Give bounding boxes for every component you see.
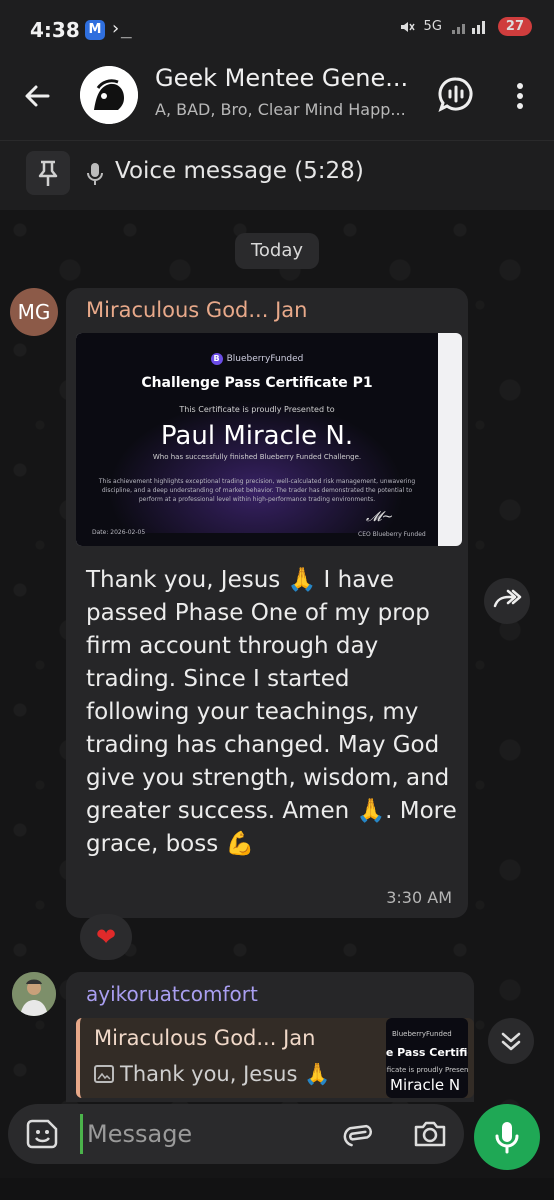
- reply-sender: Miraculous God... Jan: [94, 1026, 316, 1050]
- record-voice-button[interactable]: [474, 1104, 540, 1170]
- forward-icon: [493, 589, 522, 608]
- network-type: 5G: [423, 19, 442, 34]
- certificate-card: B BlueberryFunded Challenge Pass Certific…: [76, 333, 438, 546]
- certificate-image[interactable]: B BlueberryFunded Challenge Pass Certific…: [76, 333, 462, 546]
- certificate-brand: B BlueberryFunded: [76, 353, 438, 365]
- camera-icon[interactable]: [412, 1117, 448, 1151]
- messenger-notification-icon: M: [85, 20, 105, 40]
- status-time: 4:38: [30, 18, 80, 42]
- pinned-message-bar[interactable]: Voice message (5:28): [0, 140, 554, 210]
- message-input[interactable]: [80, 1114, 330, 1154]
- certificate-body: This achievement highlights exceptional …: [98, 478, 416, 503]
- brand-logo-icon: B: [210, 353, 223, 365]
- chat-members-subtitle[interactable]: A, BAD, Bro, Clear Mind Happ...: [155, 100, 423, 119]
- signature-image: 𝓜~: [366, 509, 394, 525]
- reply-text: Thank you, Jesus 🙏: [94, 1062, 330, 1087]
- reply-text-content: Thank you, Jesus 🙏: [120, 1062, 331, 1086]
- pinned-message-text: Voice message (5:28): [115, 158, 364, 184]
- reply-preview[interactable]: Miraculous God... Jan Thank you, Jesus 🙏…: [76, 1018, 474, 1098]
- certificate-presented: This Certificate is proudly Presented to: [179, 405, 335, 414]
- message-time: 3:30 AM: [386, 888, 452, 907]
- certificate-ceo: CEO Blueberry Funded: [358, 531, 426, 538]
- thumb-brand: BlueberryFunded: [392, 1030, 452, 1038]
- chat-header: Geek Mentee Gene... A, BAD, Bro, Clear M…: [0, 58, 554, 140]
- chat-title[interactable]: Geek Mentee Gene...: [155, 64, 423, 92]
- battery-indicator: 27: [497, 17, 532, 36]
- sender-avatar[interactable]: [12, 972, 56, 1016]
- certificate-name: Paul Miracle N.: [160, 421, 354, 451]
- signal-icon: [451, 20, 485, 34]
- certificate-brand-text: BlueberryFunded: [226, 354, 304, 364]
- forward-button[interactable]: [484, 578, 530, 624]
- heart-reaction[interactable]: ❤: [80, 914, 132, 960]
- chevrons-down-icon: [501, 1032, 521, 1051]
- scroll-down-button[interactable]: [488, 1018, 534, 1064]
- system-navigation-bar: [0, 1178, 554, 1200]
- certificate-description: Who has successfully finished Blueberry …: [152, 453, 362, 461]
- thumb-name: Miracle N: [390, 1076, 461, 1094]
- sender-name[interactable]: ayikoruatcomfort: [86, 982, 258, 1006]
- sender-name[interactable]: Miraculous God... Jan: [86, 298, 307, 322]
- pin-icon[interactable]: [26, 151, 70, 195]
- mute-icon: [400, 21, 415, 32]
- thumb-title: ge Pass Certificate: [386, 1046, 468, 1059]
- certificate-title: Challenge Pass Certificate P1: [141, 375, 373, 391]
- voice-chat-icon[interactable]: [436, 74, 476, 114]
- image-icon: [94, 1065, 114, 1083]
- mic-icon: [87, 163, 103, 185]
- date-separator: Today: [235, 233, 319, 269]
- reply-thumbnail: BlueberryFunded ge Pass Certificate tifi…: [386, 1018, 468, 1098]
- group-avatar[interactable]: [80, 66, 138, 124]
- message-composer: [8, 1104, 464, 1164]
- sticker-icon[interactable]: [26, 1117, 60, 1151]
- paperclip-icon[interactable]: [340, 1117, 374, 1151]
- group-logo-image: [80, 66, 138, 124]
- more-vertical-icon[interactable]: [505, 76, 535, 116]
- back-arrow-icon[interactable]: [18, 76, 58, 116]
- message-bubble[interactable]: ayikoruatcomfort Miraculous God... Jan T…: [66, 972, 474, 1102]
- certificate-date: Date: 2026-02-05: [92, 529, 146, 536]
- status-bar: 4:38 M ›_ 5G 27: [0, 0, 554, 58]
- user-photo: [12, 972, 56, 1016]
- sender-avatar[interactable]: MG: [10, 288, 58, 336]
- message-text: Thank you, Jesus 🙏 I have passed Phase O…: [86, 567, 457, 857]
- status-icons: 5G 27: [398, 17, 532, 36]
- mic-icon: [495, 1122, 519, 1154]
- terminal-notification-icon: ›_: [110, 18, 132, 39]
- message-bubble[interactable]: Miraculous God... Jan B BlueberryFunded C…: [66, 288, 468, 918]
- thumb-presented: tificate is proudly Presented to: [386, 1066, 468, 1074]
